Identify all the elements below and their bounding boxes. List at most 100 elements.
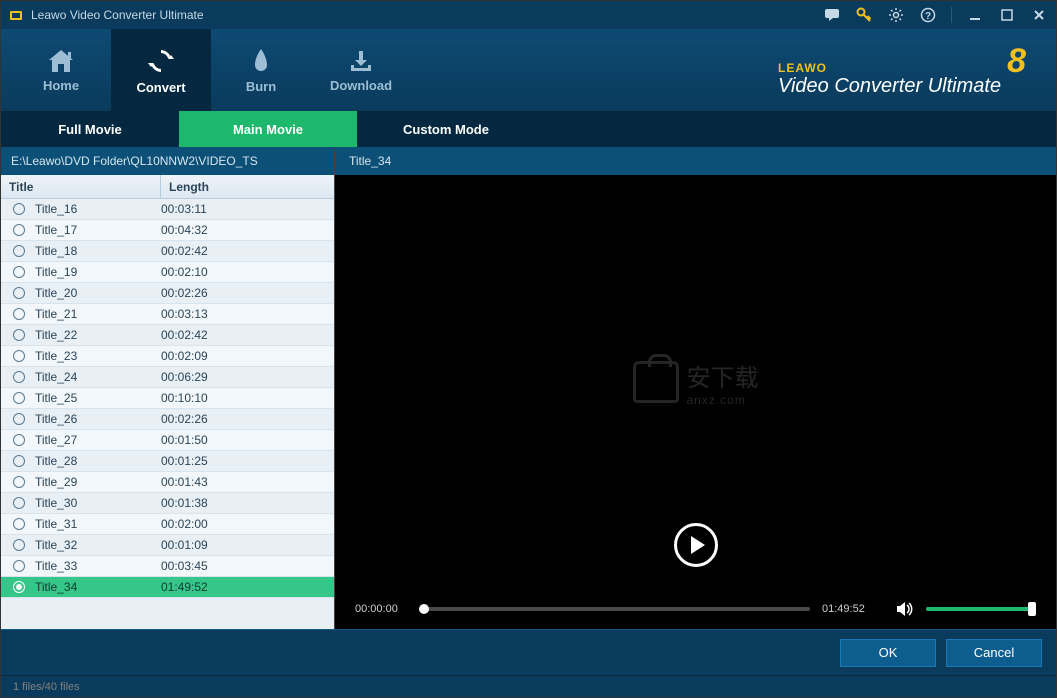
watermark: 安下载 anxz.com [633,358,759,407]
app-window: Leawo Video Converter Ultimate ? Home Co… [0,0,1057,698]
register-icon[interactable] [855,6,873,24]
table-row[interactable]: Title_2100:03:13 [1,304,334,325]
time-total: 01:49:52 [822,603,874,615]
table-row[interactable]: Title_3100:02:00 [1,514,334,535]
cancel-button[interactable]: Cancel [946,639,1042,667]
table-row[interactable]: Title_3300:03:45 [1,556,334,577]
table-row[interactable]: Title_2600:02:26 [1,409,334,430]
content-area: E:\Leawo\DVD Folder\QL10NNW2\VIDEO_TS Ti… [1,147,1056,629]
radio-icon [13,455,25,467]
volume-icon[interactable] [896,601,914,617]
table-row[interactable]: Title_2300:02:09 [1,346,334,367]
title-name: Title_34 [35,580,161,594]
radio-icon [13,518,25,530]
ok-button[interactable]: OK [840,639,936,667]
radio-icon [13,560,25,572]
title-length: 00:02:09 [161,349,334,363]
tab-main-movie[interactable]: Main Movie [179,111,357,147]
radio-icon [13,371,25,383]
table-row[interactable]: Title_2800:01:25 [1,451,334,472]
burn-icon [249,47,273,75]
title-list[interactable]: Title_1600:03:11Title_1700:04:32Title_18… [1,199,334,629]
title-length: 01:49:52 [161,580,334,594]
table-row[interactable]: Title_3401:49:52 [1,577,334,598]
title-name: Title_23 [35,349,161,363]
radio-icon [13,287,25,299]
title-name: Title_28 [35,454,161,468]
volume-slider[interactable] [926,607,1036,611]
title-length: 00:02:42 [161,328,334,342]
title-name: Title_29 [35,475,161,489]
status-bar: 1 files/40 files [1,675,1056,697]
table-row[interactable]: Title_1900:02:10 [1,262,334,283]
title-length: 00:02:42 [161,244,334,258]
title-length: 00:10:10 [161,391,334,405]
home-icon [46,48,76,74]
table-row[interactable]: Title_3200:01:09 [1,535,334,556]
video-preview: 安下载 anxz.com [335,175,1056,589]
radio-icon [13,224,25,236]
convert-icon [146,46,176,76]
mode-tabs: Full Movie Main Movie Custom Mode [1,111,1056,147]
preview-panel: Title_34 安下载 anxz.com 00:00:00 01:49:52 [335,147,1056,629]
source-path: E:\Leawo\DVD Folder\QL10NNW2\VIDEO_TS [1,147,334,175]
title-list-panel: E:\Leawo\DVD Folder\QL10NNW2\VIDEO_TS Ti… [1,147,335,629]
title-length: 00:01:25 [161,454,334,468]
svg-text:?: ? [925,11,931,22]
tab-custom-mode[interactable]: Custom Mode [357,111,535,147]
radio-icon [13,350,25,362]
table-row[interactable]: Title_2200:02:42 [1,325,334,346]
seek-bar[interactable] [419,607,810,611]
help-icon[interactable]: ? [919,6,937,24]
table-row[interactable]: Title_2400:06:29 [1,367,334,388]
table-row[interactable]: Title_2500:10:10 [1,388,334,409]
column-title: Title [1,175,161,198]
table-row[interactable]: Title_2900:01:43 [1,472,334,493]
title-name: Title_26 [35,412,161,426]
title-length: 00:02:26 [161,412,334,426]
title-length: 00:02:10 [161,265,334,279]
table-row[interactable]: Title_3000:01:38 [1,493,334,514]
radio-icon [13,392,25,404]
radio-icon [13,581,25,593]
app-icon [9,8,23,22]
minimize-button[interactable] [966,6,984,24]
table-header: Title Length [1,175,334,199]
title-name: Title_31 [35,517,161,531]
close-button[interactable] [1030,6,1048,24]
title-name: Title_25 [35,391,161,405]
nav-convert[interactable]: Convert [111,29,211,111]
title-length: 00:03:11 [161,202,334,216]
title-length: 00:02:00 [161,517,334,531]
table-row[interactable]: Title_1700:04:32 [1,220,334,241]
title-name: Title_16 [35,202,161,216]
maximize-button[interactable] [998,6,1016,24]
title-name: Title_20 [35,286,161,300]
radio-icon [13,203,25,215]
table-row[interactable]: Title_1800:02:42 [1,241,334,262]
title-name: Title_24 [35,370,161,384]
nav-home[interactable]: Home [11,29,111,111]
time-current: 00:00:00 [355,603,407,615]
play-button[interactable] [674,523,718,567]
tab-full-movie[interactable]: Full Movie [1,111,179,147]
table-row[interactable]: Title_2000:02:26 [1,283,334,304]
title-length: 00:02:26 [161,286,334,300]
download-icon [348,48,374,74]
radio-icon [13,497,25,509]
title-name: Title_21 [35,307,161,321]
title-name: Title_18 [35,244,161,258]
table-row[interactable]: Title_1600:03:11 [1,199,334,220]
title-length: 00:01:09 [161,538,334,552]
radio-icon [13,539,25,551]
settings-icon[interactable] [887,6,905,24]
table-row[interactable]: Title_2700:01:50 [1,430,334,451]
radio-icon [13,434,25,446]
nav-download[interactable]: Download [311,29,411,111]
title-name: Title_22 [35,328,161,342]
main-nav: Home Convert Burn Download LEAWO Video C… [1,29,1056,111]
nav-burn[interactable]: Burn [211,29,311,111]
feedback-icon[interactable] [823,6,841,24]
player-controls: 00:00:00 01:49:52 [335,589,1056,629]
title-length: 00:06:29 [161,370,334,384]
